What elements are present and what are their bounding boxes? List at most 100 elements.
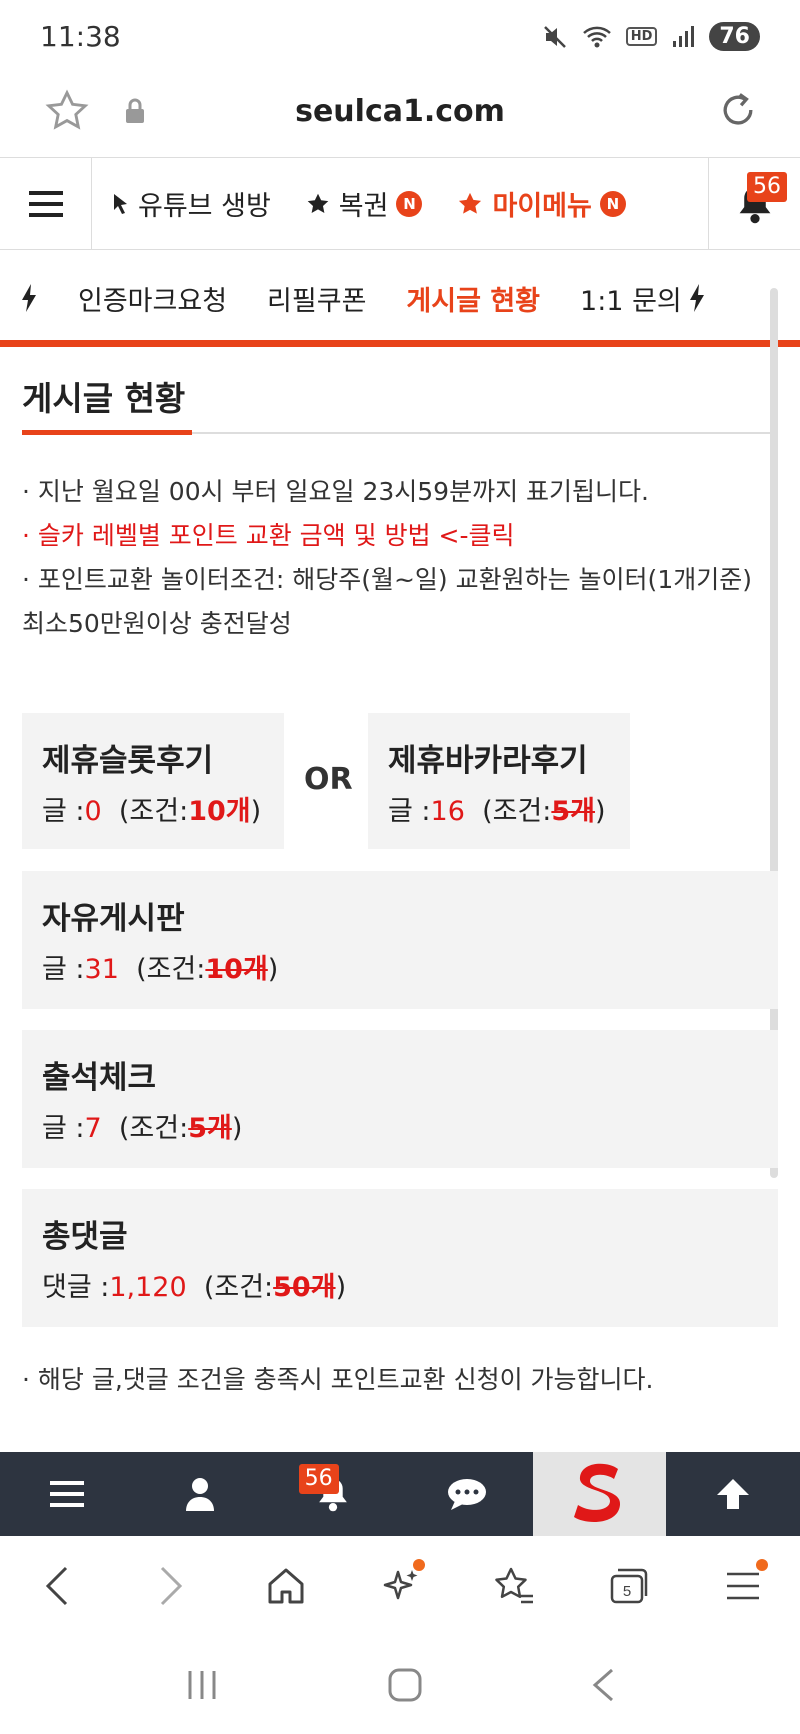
hd-badge: HD [625, 27, 658, 46]
url-text[interactable]: seulca1.com [0, 94, 800, 129]
mute-icon [543, 25, 566, 48]
board-title: 출석체크 [42, 1060, 157, 1096]
lightning-icon [689, 284, 704, 312]
title-divider-accent [22, 430, 192, 435]
refresh-icon[interactable] [716, 88, 760, 132]
bottom-chat-button[interactable] [400, 1452, 533, 1536]
count-label: 댓글 : [42, 1272, 110, 1303]
board-count: 글 :31 (조건:10개) [42, 947, 278, 986]
browser-ai-button[interactable] [365, 1551, 435, 1621]
cond-value: 5개 [551, 796, 596, 827]
sub-nav-verify-mark[interactable]: 인증마크요청 [78, 279, 227, 318]
board-box-free: 자유게시판 글 :31 (조건:10개) [22, 871, 778, 1009]
cond-close: ) [335, 1272, 347, 1303]
browser-toolbar: 5 [0, 1536, 800, 1636]
cursor-icon [114, 193, 127, 214]
browser-back-button[interactable] [22, 1551, 92, 1621]
cond-value: 10개 [205, 954, 268, 985]
cond-close: ) [595, 796, 606, 827]
or-label: OR [304, 762, 353, 797]
notification-bell-button[interactable]: 56 [708, 157, 800, 250]
recent-apps-icon[interactable] [184, 1669, 220, 1701]
bottom-user-button[interactable] [133, 1452, 266, 1536]
hamburger-icon [49, 1481, 84, 1507]
bottom-menu-button[interactable] [0, 1452, 133, 1536]
sub-nav-label: 리필쿠폰 [267, 285, 367, 317]
count-value: 7 [84, 1113, 102, 1144]
board-title: 제휴바카라후기 [388, 743, 588, 779]
menu-items: 유튜브 생방 복권 N 마이메뉴 N [92, 184, 708, 223]
sub-nav-inquiry[interactable]: 1:1 문의 [580, 279, 706, 318]
board-title: 제휴슬롯후기 [42, 743, 214, 779]
note-condition: · 포인트교환 놀이터조건: 해당주(월~일) 교환원하는 놀이터(1개기준) … [22, 565, 752, 638]
note-period: · 지난 월요일 00시 부터 일요일 23시59분까지 표기됩니다. [22, 477, 649, 506]
bottom-notification-button[interactable]: 56 [267, 1452, 400, 1536]
count-value: 31 [84, 954, 119, 985]
browser-bookmarks-button[interactable] [479, 1551, 549, 1621]
user-icon [185, 1478, 214, 1511]
sub-nav: 인증마크요청 리필쿠폰 게시글 현황 1:1 문의 [0, 250, 800, 346]
browser-home-button[interactable] [251, 1551, 321, 1621]
browser-menu-button[interactable] [708, 1551, 778, 1621]
board-box-total-comments: 총댓글 댓글 :1,120 (조건:50개) [22, 1189, 778, 1327]
lightning-icon [22, 284, 36, 312]
chevron-left-icon [46, 1566, 68, 1606]
cond-open: (조건: [118, 1113, 189, 1144]
bookmark-list-icon [495, 1567, 534, 1604]
new-badge: N [599, 190, 626, 217]
board-title: 총댓글 [42, 1219, 128, 1255]
hamburger-menu-button[interactable] [0, 157, 92, 250]
url-bar: seulca1.com [0, 70, 800, 158]
tabs-icon: 5 [610, 1568, 647, 1604]
notification-count-badge: 56 [298, 1464, 339, 1494]
hamburger-icon [726, 1572, 759, 1600]
cond-open: (조건: [203, 1272, 274, 1303]
count-label: 글 : [388, 796, 431, 827]
cond-open: (조건: [482, 796, 552, 827]
status-time: 11:38 [40, 20, 121, 53]
board-title: 자유게시판 [42, 901, 185, 937]
menu-item-youtube-live[interactable]: 유튜브 생방 [112, 184, 271, 223]
count-value: 16 [430, 796, 465, 827]
sub-nav-underline [0, 340, 800, 347]
count-value: 1,120 [109, 1272, 187, 1303]
sub-nav-post-status[interactable]: 게시글 현황 [406, 279, 540, 318]
cond-close: ) [231, 1113, 243, 1144]
menu-item-my-menu[interactable]: 마이메뉴 N [456, 184, 626, 223]
browser-tabs-button[interactable]: 5 [594, 1551, 664, 1621]
sparkle-icon [383, 1570, 418, 1600]
home-button-icon[interactable] [387, 1667, 423, 1703]
star-icon [307, 193, 329, 213]
menu-item-lottery[interactable]: 복권 N [305, 184, 423, 223]
site-bottom-bar: 56 [0, 1452, 800, 1536]
footer-note: · 해당 글,댓글 조건을 충족시 포인트교환 신청이 가능합니다. [22, 1365, 654, 1394]
count-label: 글 : [42, 796, 85, 827]
tab-count: 5 [622, 1583, 630, 1600]
cond-value: 50개 [273, 1272, 336, 1303]
cond-close: ) [250, 796, 262, 827]
cond-open: (조건: [136, 954, 206, 985]
site-top-menu: 유튜브 생방 복권 N 마이메뉴 N 56 [0, 157, 800, 250]
browser-forward-button[interactable] [136, 1551, 206, 1621]
count-label: 글 : [42, 1113, 85, 1144]
cond-open: (조건: [118, 796, 189, 827]
back-icon[interactable] [590, 1667, 616, 1703]
new-badge: N [396, 190, 423, 217]
menu-item-label: 유튜브 생방 [138, 191, 271, 222]
notification-dot [755, 1559, 768, 1571]
site-logo-button[interactable] [533, 1452, 667, 1536]
status-icons: HD 76 [542, 22, 760, 51]
status-bar: 11:38 HD 76 [0, 0, 800, 70]
cond-value: 10개 [188, 796, 251, 827]
hamburger-icon [28, 190, 63, 217]
count-label: 글 : [42, 954, 85, 985]
board-box-attendance: 출석체크 글 :7 (조건:5개) [22, 1030, 778, 1168]
scroll-top-button[interactable] [666, 1452, 799, 1536]
sub-nav-label: 게시글 현황 [406, 285, 541, 317]
board-count: 댓글 :1,120 (조건:50개) [42, 1265, 346, 1304]
sub-nav-refill-coupon[interactable]: 리필쿠폰 [267, 279, 366, 318]
star-icon [459, 192, 482, 214]
menu-item-label: 마이메뉴 [492, 191, 592, 222]
board-count: 글 :16 (조건:5개) [388, 789, 606, 828]
note-exchange-link[interactable]: · 슬카 레벨별 포인트 교환 금액 및 방법 <-클릭 [22, 514, 778, 558]
